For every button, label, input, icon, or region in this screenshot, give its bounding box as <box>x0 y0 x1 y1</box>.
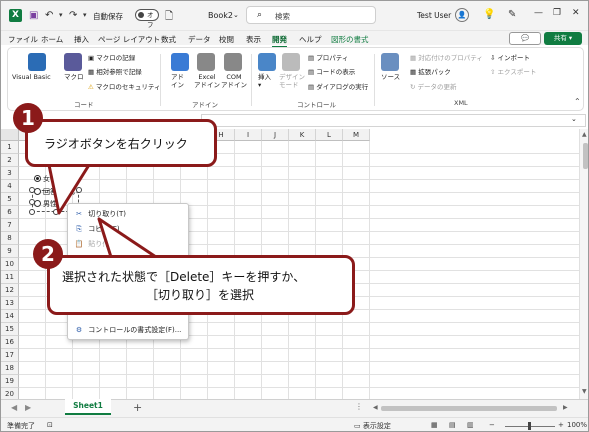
callout-2-box: 選択された状態で［Delete］キーを押すか、 ［切り取り］を選択 <box>47 255 355 315</box>
display-settings-button[interactable]: ▭ 表示設定 <box>354 421 391 431</box>
zoom-slider-knob[interactable] <box>528 422 531 430</box>
sheet-tab-bar: ◀ ▶ Sheet1 + ⋮ ◀ ▶ <box>1 399 588 417</box>
scroll-left-icon[interactable]: ◀ <box>373 404 378 411</box>
zoom-out-icon[interactable]: − <box>489 421 495 429</box>
status-ready: 準備完了 <box>7 422 35 430</box>
sheet-tab[interactable]: Sheet1 <box>65 399 111 415</box>
normal-view-icon[interactable]: ▦ <box>431 421 438 429</box>
accessibility-icon[interactable]: ⊡ <box>47 421 53 429</box>
callout-1-badge: 1 <box>13 103 43 133</box>
excel-window: X ▣ ↶ ▾ ↷ ▾ 自動保存 オフ 🗋 Book2 ⌄ ⌕ 検索 Test … <box>0 0 589 432</box>
add-sheet-icon[interactable]: + <box>133 401 142 414</box>
display-settings-label: 表示設定 <box>362 422 391 430</box>
callout-1-tail <box>47 163 91 215</box>
zoom-level[interactable]: 100% <box>567 421 587 429</box>
prev-sheet-icon[interactable]: ◀ <box>11 403 17 412</box>
callout-tails <box>47 163 158 259</box>
callout-2-line2: ［切り取り］を選択 <box>146 288 255 302</box>
next-sheet-icon[interactable]: ▶ <box>25 403 31 412</box>
callout-2-line1: 選択された状態で［Delete］キーを押すか、 <box>62 270 306 284</box>
callout-2-tail <box>97 217 158 259</box>
callout-2-badge: 2 <box>33 239 63 269</box>
page-layout-view-icon[interactable]: ▤ <box>449 421 456 429</box>
status-bar: 準備完了 ⊡ ▭ 表示設定 ▦ ▤ ▥ − + 100% <box>1 417 588 431</box>
scroll-right-icon[interactable]: ▶ <box>563 404 568 411</box>
more-options-icon[interactable]: ⋮ <box>355 402 363 411</box>
callout-1-box: ラジオボタンを右クリック <box>25 119 217 167</box>
callout-1-text: ラジオボタンを右クリック <box>44 137 188 151</box>
zoom-in-icon[interactable]: + <box>558 421 564 429</box>
page-break-view-icon[interactable]: ▥ <box>467 421 474 429</box>
horizontal-scroll-thumb[interactable] <box>381 406 557 411</box>
horizontal-scrollbar[interactable]: ◀ ▶ <box>373 404 573 413</box>
